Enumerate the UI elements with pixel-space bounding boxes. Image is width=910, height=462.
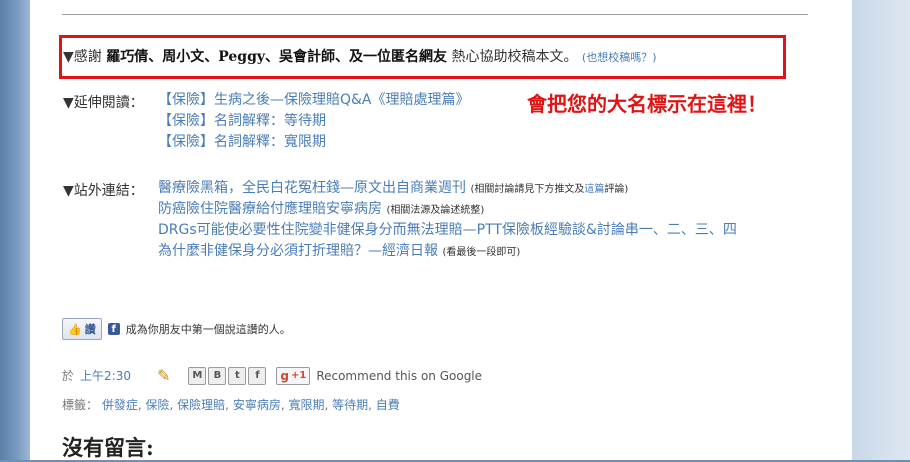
plus-one-label: +1 [290,370,307,381]
note-inline-link[interactable]: 這篇 [584,184,604,195]
extended-link-grace-period[interactable]: 【保險】名詞解釋：寬限期 [158,132,470,153]
label-link[interactable]: 寬限期 [288,398,324,412]
post-meta-row: 於 上午2:30 ✎ M B t f g +1 Recommend this o… [62,366,482,385]
google-plus-icon: g [280,368,289,383]
twitter-share-icon[interactable]: t [228,366,247,385]
facebook-share-icon[interactable]: f [248,366,267,385]
external-link-note: (看最後一段即可) [442,247,521,258]
facebook-like-button[interactable]: 👍 讚 [62,318,102,340]
thanks-suffix: 熱心協助校稿本文。 [451,49,578,65]
want-to-proofread-link[interactable]: (也想校稿嗎？) [582,51,657,64]
facebook-icon: f [107,323,120,335]
label-link[interactable]: 等待期 [332,398,368,412]
email-share-icon[interactable]: M [188,366,207,385]
extended-reading-list: 【保險】生病之後—保險理賠Q&A《理賠處理篇》 【保險】名詞解釋：等待期 【保險… [158,90,470,153]
page-background-left [0,0,30,460]
labels-row: 標籤： 併發症, 保險, 保險理賠, 安寧病房, 寬限期, 等待期, 自費 [62,398,400,412]
external-link-item[interactable]: 防癌險住院醫療給付應理賠安寧病房 (相關法源及論述統整) [158,199,737,220]
note-text: (相關討論請見下方推文及 [470,184,585,195]
note-text: 評論) [604,184,629,195]
external-link-text[interactable]: 為什麼非健保身分必須打折理賠？—經濟日報 [158,243,438,259]
edit-pencil-icon[interactable]: ✎ [157,366,170,385]
external-link-item[interactable]: DRGs可能使必要性住院變非健保身分而無法理賠—PTT保險板經驗談&討論串一、二… [158,220,737,241]
label-link[interactable]: 保險理賠 [177,398,225,412]
like-button-label: 讚 [84,323,96,336]
label-link[interactable]: 併發症 [102,398,138,412]
thumbs-up-icon: 👍 [68,322,82,336]
label-link[interactable]: 自費 [376,398,400,412]
page-background-right [852,0,910,460]
google-plus-one-button[interactable]: g +1 [276,366,311,385]
post-body: ▼感謝 羅巧倩、周小文、Peggy、吳會計師、及一位匿名網友 熱心協助校稿本文。… [30,0,852,460]
comments-heading: 沒有留言: [62,435,154,460]
extended-link-claims-qa[interactable]: 【保險】生病之後—保險理賠Q&A《理賠處理篇》 [158,90,470,111]
external-link-item[interactable]: 醫療險黑箱，全民白花冤枉錢—原文出自商業週刊 (相關討論請見下方推文及這篇評論) [158,178,737,199]
thanks-names: 羅巧倩、周小文、Peggy、吳會計師、及一位匿名網友 [106,49,448,65]
external-link-text[interactable]: 醫療險黑箱，全民白花冤枉錢—原文出自商業週刊 [158,180,466,196]
post-time-link[interactable]: 上午2:30 [80,367,131,384]
facebook-like-row: 👍 讚 f 成為你朋友中第一個說這讚的人。 [62,318,291,340]
external-link-note: (相關法源及論述統整) [386,205,485,216]
external-link-note: (相關討論請見下方推文及這篇評論) [470,184,628,195]
extended-reading-label: ▼延伸閱讀： [63,95,144,111]
thanks-prefix: ▼感謝 [63,49,102,65]
blogger-share-icon[interactable]: B [208,366,227,385]
posted-prefix: 於 [62,369,75,383]
callout-text: 會把您的大名標示在這裡！ [527,92,767,116]
thanks-line: ▼感謝 羅巧倩、周小文、Peggy、吳會計師、及一位匿名網友 熱心協助校稿本文。… [63,46,657,66]
label-link[interactable]: 保險 [146,398,170,412]
labels-prefix: 標籤： [62,398,99,412]
recommend-text: Recommend this on Google [316,368,483,383]
external-link-text[interactable]: DRGs可能使必要性住院變非健保身分而無法理賠—PTT保險板經驗談&討論串一、二… [158,222,737,238]
external-link-item[interactable]: 為什麼非健保身分必須打折理賠？—經濟日報 (看最後一段即可) [158,241,737,262]
divider [62,14,808,15]
like-text: 成為你朋友中第一個說這讚的人。 [125,323,291,336]
label-link[interactable]: 安寧病房 [233,398,281,412]
extended-link-waiting-period[interactable]: 【保險】名詞解釋：等待期 [158,111,470,132]
external-links-list: 醫療險黑箱，全民白花冤枉錢—原文出自商業週刊 (相關討論請見下方推文及這篇評論)… [158,178,737,262]
external-links-label: ▼站外連結： [63,183,144,199]
external-link-text[interactable]: 防癌險住院醫療給付應理賠安寧病房 [158,201,382,217]
